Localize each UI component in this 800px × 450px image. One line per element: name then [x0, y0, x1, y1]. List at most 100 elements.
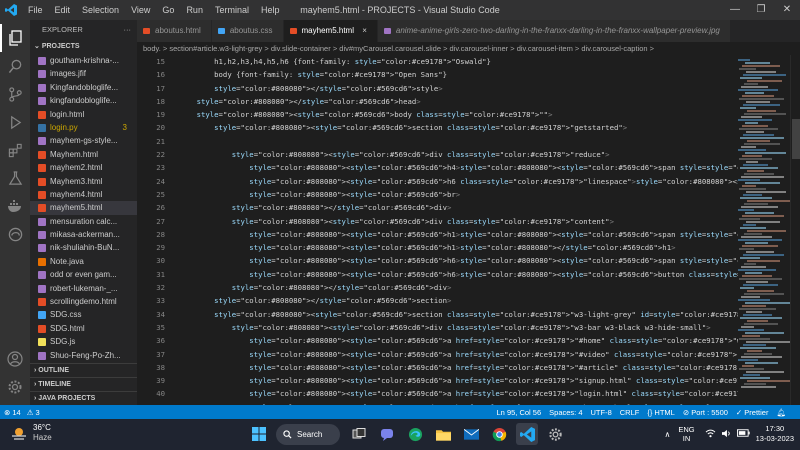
code-line[interactable]: style="color:#808080"><style="color:#569… [179, 387, 739, 400]
weather-widget[interactable]: 36°C Haze [10, 423, 52, 443]
projects-section-header[interactable]: ⌄ PROJECTS [30, 40, 137, 54]
line-ending[interactable]: CRLF [620, 408, 640, 417]
close-button[interactable]: ✕ [774, 0, 800, 20]
file-item[interactable]: goutham-krishna-... [30, 54, 137, 67]
code-line[interactable]: style="color:#808080"><style="color:#569… [179, 121, 739, 134]
code-line[interactable]: style="color:#808080"><style="color:#569… [179, 348, 739, 361]
code-line[interactable] [179, 135, 739, 148]
warnings-count[interactable]: ⚠ 3 [27, 408, 40, 417]
menu-help[interactable]: Help [255, 5, 286, 15]
language-indicator[interactable]: ENG IN [678, 425, 694, 443]
scrollbar-thumb[interactable] [792, 119, 800, 159]
file-item[interactable]: Note.java [30, 255, 137, 268]
encoding[interactable]: UTF-8 [591, 408, 612, 417]
vertical-scrollbar[interactable] [790, 55, 800, 405]
vscode-taskbar-icon[interactable] [516, 423, 538, 445]
file-item[interactable]: login.py 3 [30, 121, 137, 134]
settings-app-icon[interactable] [544, 423, 566, 445]
breadcrumb[interactable]: body. > section#article.w3-light-grey > … [137, 42, 800, 55]
code-editor[interactable]: 15 16 17 18 19 20 21 22 23 24 25 26 27 28 29 30 31 32 33 34… [137, 55, 800, 405]
run-debug-icon[interactable] [0, 108, 30, 136]
close-tab-icon[interactable]: × [362, 26, 367, 35]
tab-aboutus-html[interactable]: aboutus.html [137, 20, 212, 42]
code-line[interactable]: style="color:#808080"></style="color:#56… [179, 201, 739, 214]
errors-count[interactable]: ⊗ 14 [4, 408, 21, 417]
cursor-position[interactable]: Ln 95, Col 56 [497, 408, 542, 417]
file-item[interactable]: login.html [30, 108, 137, 121]
code-line[interactable]: style="color:#808080"><style="color:#569… [179, 161, 739, 174]
prettier-status[interactable]: ✓ Prettier [736, 408, 769, 417]
wifi-icon[interactable] [705, 429, 716, 440]
file-item[interactable]: Shuo-Feng-Po-Zh... [30, 349, 137, 362]
source-control-icon[interactable] [0, 80, 30, 108]
file-item[interactable]: odd or even gam... [30, 268, 137, 281]
code-line[interactable]: style="color:#808080"><style="color:#569… [179, 108, 739, 121]
edge-browser-icon[interactable] [0, 220, 30, 248]
minimize-button[interactable]: — [722, 0, 748, 20]
tab-mayhem5-html[interactable]: mayhem5.html × [283, 20, 378, 42]
menu-selection[interactable]: Selection [76, 5, 125, 15]
battery-icon[interactable] [736, 429, 750, 439]
indentation[interactable]: Spaces: 4 [549, 408, 582, 417]
file-item[interactable]: Mayhem3.html [30, 175, 137, 188]
outline-section[interactable]: › OUTLINE [30, 363, 137, 377]
explorer-more-button[interactable]: ··· [124, 20, 132, 40]
maximize-button[interactable]: ❐ [748, 0, 774, 20]
code-line[interactable]: body {font-family: style="color:#ce9178"… [179, 68, 739, 81]
system-clock[interactable]: 17:30 13-03-2023 [756, 424, 794, 444]
docker-icon[interactable] [0, 192, 30, 220]
file-item[interactable]: SDG.js [30, 335, 137, 348]
code-line[interactable]: style="color:#808080"><style="color:#569… [179, 374, 739, 387]
live-server-port[interactable]: ⊘ Port : 5500 [683, 408, 728, 417]
chrome-icon[interactable] [488, 423, 510, 445]
file-item[interactable]: SDG.css [30, 308, 137, 321]
code-line[interactable]: style="color:#808080"><style="color:#569… [179, 241, 739, 254]
code-line[interactable]: style="color:#808080"><style="color:#569… [179, 308, 739, 321]
file-item[interactable]: mayhem2.html [30, 161, 137, 174]
accounts-icon[interactable] [0, 345, 30, 373]
code-line[interactable]: style="color:#808080"></style="color:#56… [179, 95, 739, 108]
file-item[interactable]: mayhem4.html [30, 188, 137, 201]
menu-terminal[interactable]: Terminal [209, 5, 255, 15]
file-item[interactable]: images.jfif [30, 67, 137, 80]
menu-view[interactable]: View [125, 5, 156, 15]
taskbar-search[interactable]: Search [276, 423, 340, 445]
file-item[interactable]: nik-shuliahin-BuN... [30, 241, 137, 254]
file-item[interactable]: SDG.html [30, 322, 137, 335]
java-projects-section[interactable]: › JAVA PROJECTS [30, 391, 137, 405]
file-item[interactable]: mayhem5.html [30, 201, 137, 215]
settings-gear-icon[interactable] [0, 373, 30, 401]
tab-anime-jpg[interactable]: anime-anime-girls-zero-two-darling-in-th… [377, 20, 731, 42]
code-line[interactable]: style="color:#808080"></style="color:#56… [179, 82, 739, 95]
code-line[interactable]: style="color:#808080"><style="color:#569… [179, 215, 739, 228]
file-item[interactable]: mayhem-gs-style... [30, 134, 137, 147]
file-explorer-icon[interactable] [432, 423, 454, 445]
code-line[interactable]: style="color:#808080"><style="color:#569… [179, 361, 739, 374]
language-mode[interactable]: {} HTML [647, 408, 675, 417]
code-line[interactable]: style="color:#808080"><style="color:#569… [179, 321, 739, 334]
code-line[interactable]: style="color:#808080"></style="color:#56… [179, 281, 739, 294]
file-item[interactable]: scrollingdemo.html [30, 295, 137, 308]
code-line[interactable]: style="color:#808080"><style="color:#569… [179, 228, 739, 241]
teams-chat-icon[interactable] [376, 423, 398, 445]
testing-flask-icon[interactable] [0, 164, 30, 192]
code-line[interactable]: style="color:#808080"><style="color:#569… [179, 334, 739, 347]
code-line[interactable]: style="color:#808080"><style="color:#569… [179, 175, 739, 188]
file-item[interactable]: Kingfandobloglife... [30, 81, 137, 94]
show-hidden-icons-chevron-icon[interactable]: ∧ [665, 430, 671, 439]
tab-aboutus-css[interactable]: aboutus.css [211, 20, 284, 42]
code-line[interactable]: h1,h2,h3,h4,h5,h6 {font-family: style="c… [179, 55, 739, 68]
task-view-icon[interactable] [348, 423, 370, 445]
menu-file[interactable]: File [22, 5, 49, 15]
file-item[interactable]: mikasa-ackerman... [30, 228, 137, 241]
windows-start-icon[interactable] [248, 423, 270, 445]
code-line[interactable]: style="color:#808080"></style="color:#56… [179, 294, 739, 307]
volume-icon[interactable] [721, 429, 732, 440]
file-item[interactable]: kingfandobloglife... [30, 94, 137, 107]
menu-go[interactable]: Go [156, 5, 180, 15]
timeline-section[interactable]: › TIMELINE [30, 377, 137, 391]
menu-run[interactable]: Run [180, 5, 209, 15]
explorer-icon[interactable] [0, 24, 30, 52]
mail-icon[interactable] [460, 423, 482, 445]
edge-icon[interactable] [404, 423, 426, 445]
